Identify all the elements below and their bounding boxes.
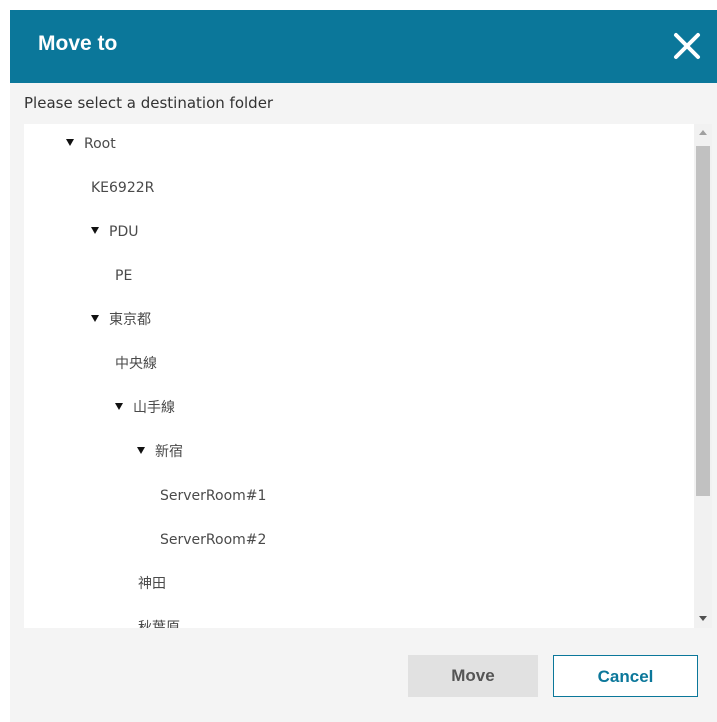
tree-node-label: 神田 [138, 576, 166, 592]
folder-tree: Root KE6922R PDU PE 東京都 中央線 山手線 新宿 Serve… [24, 124, 712, 628]
tree-node-akihabara[interactable]: 秋葉原 [138, 616, 180, 628]
move-button[interactable]: Move [408, 655, 538, 697]
scroll-down-arrow-icon[interactable] [699, 616, 707, 621]
tree-node-yamanote-line[interactable]: 山手線 [115, 396, 175, 420]
tree-node-shinjuku[interactable]: 新宿 [137, 440, 183, 464]
tree-node-label: KE6922R [91, 180, 155, 196]
close-icon[interactable] [671, 30, 703, 62]
tree-node-pdu[interactable]: PDU [91, 220, 138, 244]
caret-down-icon[interactable] [66, 138, 74, 146]
scroll-up-arrow-icon[interactable] [699, 130, 707, 135]
caret-down-icon[interactable] [137, 446, 145, 454]
tree-node-label: ServerRoom#1 [160, 488, 267, 504]
tree-node-label: ServerRoom#2 [160, 532, 267, 548]
tree-node-serverroom-2[interactable]: ServerRoom#2 [160, 528, 266, 552]
tree-scrollbar[interactable] [694, 124, 712, 628]
scrollbar-thumb[interactable] [696, 146, 710, 496]
tree-node-chuo-line[interactable]: 中央線 [115, 352, 157, 376]
tree-node-label: 山手線 [133, 400, 175, 416]
tree-node-label: PE [115, 268, 133, 284]
caret-down-icon[interactable] [115, 402, 123, 410]
tree-node-serverroom-1[interactable]: ServerRoom#1 [160, 484, 266, 508]
tree-node-tokyo[interactable]: 東京都 [91, 308, 151, 332]
tree-node-label: 中央線 [115, 356, 157, 372]
tree-node-ke6922r[interactable]: KE6922R [91, 176, 154, 200]
tree-node-label: 東京都 [109, 312, 151, 328]
caret-down-icon[interactable] [91, 226, 99, 234]
tree-node-root[interactable]: Root [66, 132, 116, 156]
dialog-title: Move to [38, 32, 118, 55]
tree-node-label: PDU [109, 224, 139, 240]
move-to-dialog: Move to Please select a destination fold… [10, 10, 717, 722]
tree-node-pe[interactable]: PE [115, 264, 132, 288]
tree-node-label: 新宿 [155, 444, 183, 460]
tree-node-label: Root [84, 136, 116, 152]
dialog-header: Move to [10, 10, 717, 83]
cancel-button[interactable]: Cancel [553, 655, 698, 697]
instruction-text: Please select a destination folder [24, 94, 274, 112]
caret-down-icon[interactable] [91, 314, 99, 322]
tree-node-kanda[interactable]: 神田 [138, 572, 166, 596]
tree-node-label: 秋葉原 [138, 620, 180, 628]
